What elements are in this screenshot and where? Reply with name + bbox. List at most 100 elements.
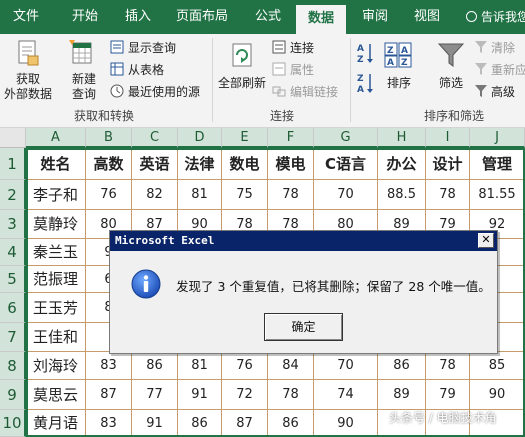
table-cell[interactable]: 83 xyxy=(86,410,132,437)
header-cell[interactable]: C语言 xyxy=(314,148,378,180)
table-cell[interactable]: 82 xyxy=(132,180,178,210)
table-cell[interactable]: 90 xyxy=(314,410,378,437)
header-cell[interactable]: 办公 xyxy=(378,148,426,180)
row-header[interactable]: 3 xyxy=(0,210,26,239)
header-cell[interactable]: 设计 xyxy=(426,148,470,180)
ok-button[interactable]: 确定 xyxy=(264,313,343,341)
row-header[interactable]: 7 xyxy=(0,323,26,352)
column-header[interactable]: G xyxy=(314,128,378,148)
table-cell[interactable]: 77 xyxy=(132,380,178,410)
table-cell[interactable]: 范振理 xyxy=(26,266,86,293)
column-header[interactable]: I xyxy=(426,128,470,148)
table-cell[interactable]: 78 xyxy=(426,180,470,210)
select-all-corner[interactable] xyxy=(0,128,26,148)
sort-button[interactable]: ZAAZ 排序 xyxy=(380,38,418,102)
table-cell[interactable]: 88.5 xyxy=(378,180,426,210)
table-cell[interactable]: 86 xyxy=(178,410,222,437)
table-cell[interactable]: 70 xyxy=(314,352,378,380)
refresh-all-button[interactable]: 全部刷新 xyxy=(216,38,268,102)
reapply-button[interactable]: 重新应用 xyxy=(474,60,525,80)
row-header[interactable]: 6 xyxy=(0,293,26,323)
show-queries-button[interactable]: 显示查询 xyxy=(110,38,176,58)
table-cell[interactable]: 83 xyxy=(86,352,132,380)
ribbon-tab[interactable]: 数据 xyxy=(296,5,346,34)
table-cell[interactable]: 刘海玲 xyxy=(26,352,86,380)
table-cell[interactable]: 76 xyxy=(86,180,132,210)
clear-filter-button[interactable]: 清除 xyxy=(474,38,515,58)
table-cell[interactable]: 85 xyxy=(470,352,525,380)
sort-az-icon[interactable]: AZ xyxy=(356,42,374,64)
tell-me-box[interactable]: 告诉我您 xyxy=(466,0,525,34)
table-cell[interactable]: 81 xyxy=(178,180,222,210)
row-header[interactable]: 4 xyxy=(0,239,26,266)
table-cell[interactable]: 黄月语 xyxy=(26,410,86,437)
header-cell[interactable]: 英语 xyxy=(132,148,178,180)
table-cell[interactable]: 74 xyxy=(314,380,378,410)
sort-za-icon[interactable]: ZA xyxy=(356,72,374,94)
table-cell[interactable]: 王玉芳 xyxy=(26,293,86,323)
column-header[interactable]: D xyxy=(178,128,222,148)
table-cell[interactable]: 87 xyxy=(222,410,268,437)
table-cell[interactable]: 91 xyxy=(178,380,222,410)
ribbon-tab[interactable]: 审阅 xyxy=(350,0,400,34)
get-external-data-button[interactable]: 获取 外部数据 xyxy=(2,38,54,102)
ribbon-tab[interactable]: 页面布局 xyxy=(169,0,235,34)
header-cell[interactable]: 管理 xyxy=(470,148,525,180)
row-header[interactable]: 5 xyxy=(0,266,26,293)
table-cell[interactable]: 89 xyxy=(378,380,426,410)
header-cell[interactable]: 高数 xyxy=(86,148,132,180)
ribbon-tab[interactable]: 插入 xyxy=(113,0,163,34)
table-cell[interactable]: 86 xyxy=(132,352,178,380)
close-icon[interactable]: ✕ xyxy=(478,233,494,248)
header-cell[interactable]: 法律 xyxy=(178,148,222,180)
ribbon-tab[interactable]: 公式 xyxy=(243,0,293,34)
table-cell[interactable]: 78 xyxy=(268,180,314,210)
row-header[interactable]: 2 xyxy=(0,180,26,210)
advanced-filter-button[interactable]: 高级 xyxy=(474,82,515,102)
ribbon-tab[interactable]: 开始 xyxy=(60,0,110,34)
table-cell[interactable]: 王佳和 xyxy=(26,323,86,352)
new-query-button[interactable]: 新建 查询 xyxy=(64,38,104,102)
ribbon-tab[interactable]: 视图 xyxy=(402,0,452,34)
row-header[interactable]: 9 xyxy=(0,380,26,410)
row-header[interactable]: 10 xyxy=(0,410,26,437)
table-cell[interactable]: 秦兰玉 xyxy=(26,239,86,266)
from-table-button[interactable]: 从表格 xyxy=(110,60,164,80)
table-cell[interactable]: 76 xyxy=(222,352,268,380)
table-cell[interactable]: 李子和 xyxy=(26,180,86,210)
connections-button[interactable]: 连接 xyxy=(272,38,314,58)
column-header[interactable]: F xyxy=(268,128,314,148)
table-cell[interactable]: 莫思云 xyxy=(26,380,86,410)
table-cell[interactable]: 86 xyxy=(378,352,426,380)
table-cell[interactable]: 75 xyxy=(222,180,268,210)
table-cell[interactable]: 70 xyxy=(314,180,378,210)
table-cell[interactable]: 78 xyxy=(268,380,314,410)
row-header[interactable]: 1 xyxy=(0,148,26,180)
column-header[interactable]: A xyxy=(26,128,86,148)
column-header[interactable]: C xyxy=(132,128,178,148)
column-header[interactable]: E xyxy=(222,128,268,148)
column-header[interactable]: B xyxy=(86,128,132,148)
table-cell[interactable]: 91 xyxy=(132,410,178,437)
edit-links-button[interactable]: 编辑链接 xyxy=(272,82,338,102)
table-cell[interactable]: 84 xyxy=(268,352,314,380)
row-header[interactable]: 8 xyxy=(0,352,26,380)
table-cell[interactable]: 莫静玲 xyxy=(26,210,86,239)
table-cell[interactable]: 86 xyxy=(268,410,314,437)
column-header[interactable]: J xyxy=(470,128,525,148)
table-cell[interactable]: 81 xyxy=(178,352,222,380)
properties-button[interactable]: 属性 xyxy=(272,60,314,80)
header-cell[interactable]: 数电 xyxy=(222,148,268,180)
table-cell[interactable]: 72 xyxy=(222,380,268,410)
recent-sources-button[interactable]: 最近使用的源 xyxy=(110,82,200,102)
filter-button[interactable]: 筛选 xyxy=(432,38,470,102)
header-cell[interactable]: 模电 xyxy=(268,148,314,180)
table-cell[interactable]: 81.55 xyxy=(470,180,525,210)
dialog-title-bar[interactable]: Microsoft Excel ✕ xyxy=(110,231,497,251)
table-cell[interactable]: 78 xyxy=(426,352,470,380)
column-header[interactable]: H xyxy=(378,128,426,148)
ribbon-tab[interactable]: 文件 xyxy=(0,0,52,34)
table-cell[interactable]: 87 xyxy=(86,380,132,410)
header-cell[interactable]: 姓名 xyxy=(26,148,86,180)
table-cell[interactable]: 90 xyxy=(470,380,525,410)
